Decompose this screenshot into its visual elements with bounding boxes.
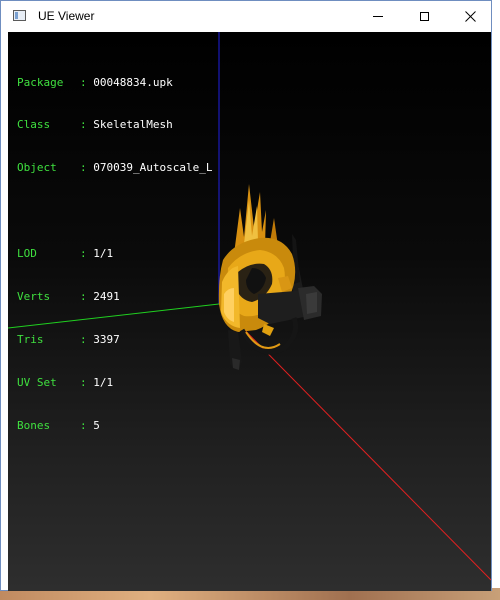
info-row-verts: Verts : 2491 [17, 290, 120, 304]
info-row-lod: LOD : 1/1 [17, 247, 114, 261]
info-row-tris: Tris : 3397 [17, 332, 120, 346]
info-row-uv-set: UV Set : 1/1 [17, 375, 114, 389]
close-button[interactable] [447, 1, 493, 32]
info-row-bones: Bones : 5 [17, 418, 100, 432]
window-title: UE Viewer [38, 9, 95, 23]
minimize-button[interactable] [355, 1, 401, 32]
app-window-icon [13, 10, 26, 21]
skeletal-mesh-model [218, 184, 322, 370]
minimize-icon [373, 16, 383, 17]
maximize-icon [419, 12, 429, 21]
info-row-class: Class : SkeletalMesh [17, 118, 173, 132]
close-icon [464, 11, 476, 22]
info-row-package: Package: 00048834.upk [17, 75, 173, 89]
mesh-info-overlay: Package: 00048834.upk Class : SkeletalMe… [17, 47, 212, 462]
ue-viewer-window: UE Viewer Package: 00048834.upk Class:… [0, 0, 492, 591]
3d-viewport[interactable]: Package: 00048834.upk Class : SkeletalMe… [8, 32, 491, 591]
maximize-button[interactable] [401, 1, 447, 32]
info-row-object: Object : 070039_Autoscale_L [17, 161, 213, 175]
title-bar[interactable]: UE Viewer [1, 1, 491, 32]
